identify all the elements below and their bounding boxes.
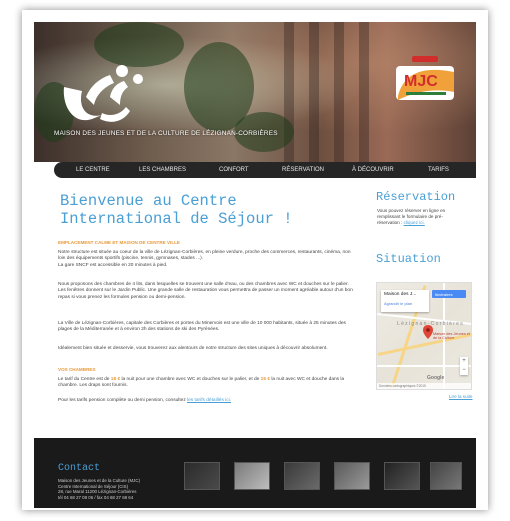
contact-heading: Contact xyxy=(58,463,101,474)
paragraph-gare-text: La gare SNCF est accessible en 20 minute… xyxy=(58,262,168,268)
paragraph-pension: Pour les tarifs pension complète ou demi… xyxy=(58,398,354,404)
footer-photo-thumbnail[interactable] xyxy=(430,462,462,490)
situation-heading: Situation xyxy=(376,252,441,266)
google-logo: Google xyxy=(427,375,445,381)
footer-photo-thumbnail[interactable] xyxy=(284,462,320,490)
banner-stripe xyxy=(309,22,319,162)
footer-photo-thumbnail[interactable] xyxy=(334,462,370,490)
map-attribution: Données cartographiques ©2015 xyxy=(377,383,471,389)
mjc-ui-logo[interactable] xyxy=(54,57,154,132)
footer-photo-thumbnail[interactable] xyxy=(234,462,270,490)
nav-les-chambres[interactable]: LES CHAMBRES xyxy=(139,167,186,173)
tarif-text-b: la nuit pour une chambre avec WC et douc… xyxy=(120,377,261,382)
map-pin-icon[interactable] xyxy=(423,325,433,339)
tarif-text-a: Le tarif du Centre est de xyxy=(58,377,111,382)
paragraph-structure: Notre structure est située au coeur de l… xyxy=(58,250,354,269)
nav-reservation[interactable]: RÉSERVATION xyxy=(282,167,324,173)
zoom-out-icon[interactable]: − xyxy=(460,366,468,375)
web-page: MAISON DES JEUNES ET DE LA CULTURE DE LÉ… xyxy=(34,22,476,508)
nav-a-decouvrir[interactable]: À DÉCOUVRIR xyxy=(352,167,394,173)
page-title-line1: Bienvenue au Centre xyxy=(60,192,237,210)
map-directions-button[interactable]: Itinéraires xyxy=(432,290,466,298)
nav-tarifs[interactable]: TARIFS xyxy=(428,167,449,173)
map-place-card[interactable]: Maison des J... Agrandir le plan xyxy=(381,290,429,312)
paragraph-structure-text: Notre structure est située au coeur de l… xyxy=(58,250,351,262)
subheading-emplacement: EMPLACEMENT CALME ET MAISON DE CENTRE VI… xyxy=(58,240,180,245)
footer: Contact Maison des Jeunes et de la Cultu… xyxy=(34,438,476,508)
address-line: tél 04 68 27 08 06 / fax 04 68 27 68 64 xyxy=(58,494,134,500)
zoom-in-icon[interactable]: + xyxy=(460,357,468,366)
pension-text: Pour les tarifs pension complète ou demi… xyxy=(58,398,188,403)
map-enlarge-link[interactable]: Agrandir le plan xyxy=(384,301,426,306)
reservation-text: Vous pouvez réserver en ligne en remplis… xyxy=(377,208,465,226)
contact-address: Maison des Jeunes et de la Culture (MJC)… xyxy=(58,478,178,500)
page-title-line2: International de Séjour ! xyxy=(60,210,293,228)
subheading-vos-chambres: VOS CHAMBRES xyxy=(58,367,96,372)
reservation-link[interactable]: cliquez ici. xyxy=(404,220,425,225)
banner-stripe xyxy=(334,22,344,162)
paragraph-situation: Idéalement bien située et desservie, vou… xyxy=(58,346,328,351)
map-place-name: Maison des J... xyxy=(384,292,417,297)
footer-photo-thumbnail[interactable] xyxy=(184,462,220,490)
main-navigation: LE CENTRE LES CHAMBRES CONFORT RÉSERVATI… xyxy=(54,162,476,178)
tarifs-detailles-link[interactable]: les tarifs détaillés ici. xyxy=(187,398,231,403)
map-pin-label: Maison des Jeunes et de la Culture xyxy=(433,332,470,341)
read-more-link[interactable]: Lire la suite xyxy=(449,394,473,399)
nav-le-centre[interactable]: LE CENTRE xyxy=(76,167,110,173)
price-18: 18 € xyxy=(110,377,121,382)
paragraph-chambres: Nous proposons des chambres de 4 lits, d… xyxy=(58,282,353,300)
paragraph-ville: La Ville de Lézignan-Corbières, capitale… xyxy=(58,321,346,333)
mjc-logo[interactable]: MJC xyxy=(394,52,458,108)
page-title: Bienvenue au Centre International de Séj… xyxy=(60,192,330,228)
price-15: 15 € xyxy=(260,377,271,382)
map-zoom-control[interactable]: + − xyxy=(460,357,468,375)
banner-caption: MAISON DES JEUNES ET DE LA CULTURE DE LÉ… xyxy=(54,130,278,137)
map-street xyxy=(377,365,471,367)
nav-confort[interactable]: CONFORT xyxy=(219,167,249,173)
banner-stripe xyxy=(359,22,369,162)
footer-photo-thumbnail[interactable] xyxy=(384,462,420,490)
header-banner: MAISON DES JEUNES ET DE LA CULTURE DE LÉ… xyxy=(34,22,476,162)
mjc-logo-text: MJC xyxy=(404,73,438,90)
screenshot-frame: MAISON DES JEUNES ET DE LA CULTURE DE LÉ… xyxy=(22,10,488,510)
google-map[interactable]: Maison des J... Agrandir le plan Itinéra… xyxy=(376,282,472,390)
reservation-heading: Réservation xyxy=(376,190,456,204)
paragraph-tarif: Le tarif du Centre est de 18 € la nuit p… xyxy=(58,377,354,390)
